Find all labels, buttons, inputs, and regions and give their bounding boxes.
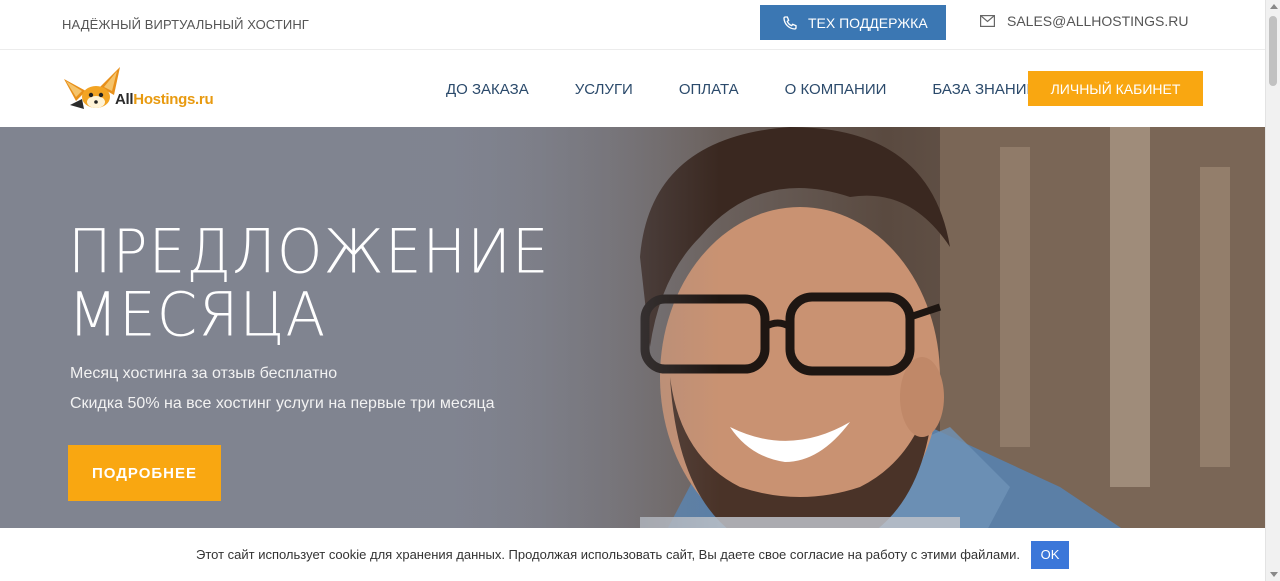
cookie-consent-bar: Этот сайт использует cookie для хранения… <box>0 528 1265 581</box>
nav-item-pre-order[interactable]: ДО ЗАКАЗА <box>430 81 545 98</box>
hero-overlay <box>0 127 720 581</box>
hero-subtitle-1: Месяц хостинга за отзыв бесплатно <box>70 365 338 382</box>
hero-title-line1: ПРЕДЛОЖЕНИЕ <box>68 215 550 288</box>
main-header: AllHostings.ru ДО ЗАКАЗА УСЛУГИ ОПЛАТА О… <box>0 51 1265 127</box>
sales-email-text: SALES@ALLHOSTINGS.RU <box>1007 13 1189 29</box>
logo-wordmark: AllHostings.ru <box>115 91 214 108</box>
page-scrollbar[interactable] <box>1265 0 1280 581</box>
hero-title: ПРЕДЛОЖЕНИЕ МЕСЯЦА <box>68 220 550 346</box>
cookie-consent-text: Этот сайт использует cookie для хранения… <box>195 547 1021 562</box>
tech-support-label: ТЕХ ПОДДЕРЖКА <box>808 14 928 31</box>
tech-support-button[interactable]: ТЕХ ПОДДЕРЖКА <box>760 5 946 40</box>
scrollbar-thumb[interactable] <box>1269 16 1277 86</box>
personal-cabinet-button[interactable]: ЛИЧНЫЙ КАБИНЕТ <box>1028 71 1203 106</box>
top-bar: НАДЁЖНЫЙ ВИРТУАЛЬНЫЙ ХОСТИНГ ТЕХ ПОДДЕРЖ… <box>0 0 1265 50</box>
sales-email-link[interactable]: SALES@ALLHOSTINGS.RU <box>980 13 1189 29</box>
scroll-up-arrow-icon[interactable] <box>1270 4 1278 9</box>
hero-title-line2: МЕСЯЦА <box>68 278 327 351</box>
hero-banner: ПРЕДЛОЖЕНИЕ МЕСЯЦА Месяц хостинга за отз… <box>0 127 1265 581</box>
envelope-icon <box>980 15 995 27</box>
more-details-button[interactable]: ПОДРОБНЕЕ <box>68 445 221 501</box>
nav-item-about[interactable]: О КОМПАНИИ <box>769 81 903 98</box>
cookie-ok-button[interactable]: OK <box>1031 540 1070 569</box>
site-logo[interactable]: AllHostings.ru <box>62 61 214 111</box>
scroll-down-arrow-icon[interactable] <box>1270 572 1278 577</box>
nav-item-services[interactable]: УСЛУГИ <box>559 81 649 98</box>
nav-item-payment[interactable]: ОПЛАТА <box>663 81 755 98</box>
logo-brand-suffix: Hostings.ru <box>133 91 214 108</box>
fox-logo-icon <box>64 67 120 109</box>
site-tagline: НАДЁЖНЫЙ ВИРТУАЛЬНЫЙ ХОСТИНГ <box>62 17 309 32</box>
phone-icon <box>782 15 798 31</box>
main-nav: ДО ЗАКАЗА УСЛУГИ ОПЛАТА О КОМПАНИИ БАЗА … <box>430 51 1053 127</box>
hero-subtitle-2: Скидка 50% на все хостинг услуги на перв… <box>70 395 495 412</box>
logo-brand-prefix: All <box>115 91 134 108</box>
